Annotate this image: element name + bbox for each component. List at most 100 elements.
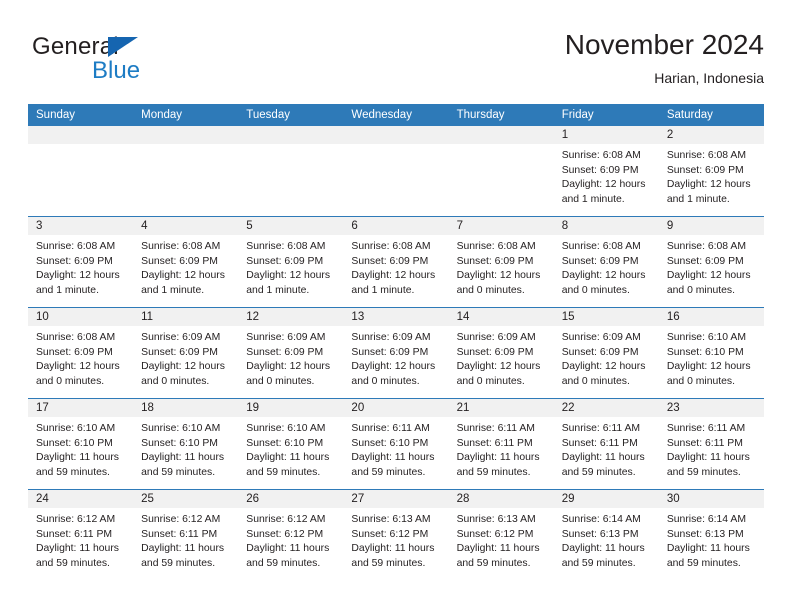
calendar-day-cell[interactable]: 24 Sunrise: 6:12 AM Sunset: 6:11 PM Dayligh… — [28, 490, 134, 580]
day-number: 14 — [448, 308, 554, 326]
weekday-header-friday: Friday — [561, 109, 594, 121]
day-details: Sunrise: 6:11 AM Sunset: 6:11 PM Daylight:… — [659, 417, 764, 480]
day-number: 8 — [553, 217, 659, 235]
calendar-day-cell[interactable]: 14 Sunrise: 6:09 AM Sunset: 6:09 PM Dayligh… — [448, 308, 554, 398]
day-number: 21 — [448, 399, 554, 417]
day-details: Sunrise: 6:14 AM Sunset: 6:13 PM Daylight:… — [554, 508, 659, 571]
sunset-text: Sunset: 6:09 PM — [36, 346, 113, 358]
sunrise-text: Sunrise: 6:09 AM — [561, 332, 641, 343]
day-number — [238, 126, 344, 144]
daylight-text-line2: and 59 minutes. — [561, 557, 636, 569]
calendar-day-cell[interactable]: 17 Sunrise: 6:10 AM Sunset: 6:10 PM Dayligh… — [28, 399, 134, 489]
daylight-text-line1: Daylight: 12 hours — [666, 361, 751, 373]
calendar-day-cell[interactable]: 28 Sunrise: 6:13 AM Sunset: 6:12 PM Dayligh… — [448, 490, 554, 580]
day-details: Sunrise: 6:08 AM Sunset: 6:09 PM Daylight:… — [554, 144, 659, 207]
daylight-text-line1: Daylight: 12 hours — [246, 270, 331, 282]
weekday-header-row: Sunday Monday Tuesday Wednesday Thursday… — [28, 104, 764, 126]
daylight-text-line1: Daylight: 11 hours — [351, 452, 435, 464]
general-blue-logo[interactable]: General Blue — [32, 34, 222, 90]
daylight-text-line2: and 59 minutes. — [36, 466, 110, 478]
calendar-week-row: 10 Sunrise: 6:08 AM Sunset: 6:09 PM Dayligh… — [28, 307, 764, 398]
weekday-header-monday: Monday — [141, 109, 183, 121]
sunset-text: Sunset: 6:09 PM — [351, 346, 429, 358]
calendar-day-cell[interactable]: 16 Sunrise: 6:10 AM Sunset: 6:10 PM Dayligh… — [658, 308, 764, 398]
sunset-text: Sunset: 6:09 PM — [561, 255, 639, 267]
day-details: Sunrise: 6:08 AM Sunset: 6:09 PM Daylight:… — [554, 235, 659, 298]
sunset-text: Sunset: 6:09 PM — [141, 346, 218, 358]
day-details: Sunrise: 6:08 AM Sunset: 6:09 PM Daylight:… — [133, 235, 238, 298]
weeks-container: 1 Sunrise: 6:08 AM Sunset: 6:09 PM Daylight… — [28, 126, 764, 580]
day-details: Sunrise: 6:08 AM Sunset: 6:09 PM Daylight:… — [28, 326, 133, 389]
calendar-day-cell[interactable]: 10 Sunrise: 6:08 AM Sunset: 6:09 PM Dayligh… — [28, 308, 134, 398]
calendar-day-cell-empty — [343, 126, 449, 216]
calendar-day-cell[interactable]: 11 Sunrise: 6:09 AM Sunset: 6:09 PM Dayligh… — [133, 308, 239, 398]
sunrise-text: Sunrise: 6:08 AM — [456, 241, 536, 252]
calendar-day-cell[interactable]: 23 Sunrise: 6:11 AM Sunset: 6:11 PM Dayligh… — [658, 399, 764, 489]
day-details: Sunrise: 6:13 AM Sunset: 6:12 PM Daylight:… — [343, 508, 448, 571]
calendar-day-cell[interactable]: 8 Sunrise: 6:08 AM Sunset: 6:09 PM Daylight… — [553, 217, 659, 307]
calendar-day-cell[interactable]: 6 Sunrise: 6:08 AM Sunset: 6:09 PM Daylight… — [343, 217, 449, 307]
calendar-week-row: 24 Sunrise: 6:12 AM Sunset: 6:11 PM Dayligh… — [28, 489, 764, 580]
sunrise-text: Sunrise: 6:14 AM — [666, 514, 746, 525]
calendar-day-cell[interactable]: 13 Sunrise: 6:09 AM Sunset: 6:09 PM Dayligh… — [343, 308, 449, 398]
sunrise-text: Sunrise: 6:12 AM — [246, 514, 326, 525]
calendar-day-cell[interactable]: 25 Sunrise: 6:12 AM Sunset: 6:11 PM Dayligh… — [133, 490, 239, 580]
day-number: 28 — [448, 490, 554, 508]
sunset-text: Sunset: 6:09 PM — [666, 255, 744, 267]
calendar-day-cell[interactable]: 29 Sunrise: 6:14 AM Sunset: 6:13 PM Dayligh… — [553, 490, 659, 580]
daylight-text-line2: and 1 minute. — [666, 193, 730, 205]
calendar-day-cell[interactable]: 22 Sunrise: 6:11 AM Sunset: 6:11 PM Dayligh… — [553, 399, 659, 489]
calendar-day-cell[interactable]: 15 Sunrise: 6:09 AM Sunset: 6:09 PM Dayligh… — [553, 308, 659, 398]
daylight-text-line2: and 59 minutes. — [246, 466, 321, 478]
calendar-day-cell[interactable]: 20 Sunrise: 6:11 AM Sunset: 6:10 PM Dayligh… — [343, 399, 449, 489]
sunset-text: Sunset: 6:09 PM — [36, 255, 113, 267]
day-number: 5 — [238, 217, 344, 235]
daylight-text-line2: and 0 minutes. — [141, 375, 210, 387]
daylight-text-line1: Daylight: 12 hours — [666, 270, 751, 282]
weekday-header-saturday: Saturday — [666, 109, 713, 121]
weekday-header-wednesday: Wednesday — [351, 109, 412, 121]
daylight-text-line2: and 0 minutes. — [246, 375, 315, 387]
daylight-text-line2: and 59 minutes. — [561, 466, 636, 478]
calendar-day-cell[interactable]: 2 Sunrise: 6:08 AM Sunset: 6:09 PM Daylight… — [658, 126, 764, 216]
calendar-day-cell[interactable]: 3 Sunrise: 6:08 AM Sunset: 6:09 PM Daylight… — [28, 217, 134, 307]
day-number: 10 — [28, 308, 134, 326]
calendar-day-cell[interactable]: 19 Sunrise: 6:10 AM Sunset: 6:10 PM Dayligh… — [238, 399, 344, 489]
calendar-day-cell[interactable]: 30 Sunrise: 6:14 AM Sunset: 6:13 PM Dayligh… — [658, 490, 764, 580]
page-title: November 2024 — [564, 29, 764, 60]
sunset-text: Sunset: 6:09 PM — [456, 346, 534, 358]
day-details: Sunrise: 6:08 AM Sunset: 6:09 PM Daylight:… — [659, 235, 764, 298]
day-details: Sunrise: 6:08 AM Sunset: 6:09 PM Daylight:… — [28, 235, 133, 298]
sunrise-text: Sunrise: 6:08 AM — [561, 150, 641, 161]
day-number: 25 — [133, 490, 239, 508]
day-details: Sunrise: 6:11 AM Sunset: 6:11 PM Daylight:… — [554, 417, 659, 480]
calendar-day-cell[interactable]: 21 Sunrise: 6:11 AM Sunset: 6:11 PM Dayligh… — [448, 399, 554, 489]
calendar-day-cell[interactable]: 9 Sunrise: 6:08 AM Sunset: 6:09 PM Daylight… — [658, 217, 764, 307]
calendar-day-cell[interactable]: 7 Sunrise: 6:08 AM Sunset: 6:09 PM Daylight… — [448, 217, 554, 307]
daylight-text-line1: Daylight: 11 hours — [36, 452, 119, 464]
calendar-day-cell[interactable]: 26 Sunrise: 6:12 AM Sunset: 6:12 PM Dayligh… — [238, 490, 344, 580]
sunset-text: Sunset: 6:11 PM — [36, 528, 113, 540]
sunset-text: Sunset: 6:09 PM — [561, 164, 639, 176]
sunrise-text: Sunrise: 6:13 AM — [456, 514, 536, 525]
day-number — [133, 126, 239, 144]
calendar-day-cell[interactable]: 4 Sunrise: 6:08 AM Sunset: 6:09 PM Daylight… — [133, 217, 239, 307]
day-details: Sunrise: 6:11 AM Sunset: 6:11 PM Daylight:… — [449, 417, 554, 480]
day-details: Sunrise: 6:08 AM Sunset: 6:09 PM Daylight:… — [449, 235, 554, 298]
daylight-text-line1: Daylight: 12 hours — [246, 361, 331, 373]
calendar-day-cell[interactable]: 5 Sunrise: 6:08 AM Sunset: 6:09 PM Daylight… — [238, 217, 344, 307]
sunset-text: Sunset: 6:09 PM — [246, 255, 324, 267]
calendar-day-cell[interactable]: 12 Sunrise: 6:09 AM Sunset: 6:09 PM Dayligh… — [238, 308, 344, 398]
sunset-text: Sunset: 6:12 PM — [351, 528, 429, 540]
sunrise-text: Sunrise: 6:10 AM — [36, 423, 116, 434]
triangle-icon — [108, 37, 138, 57]
day-number: 1 — [553, 126, 659, 144]
sunrise-text: Sunrise: 6:09 AM — [246, 332, 326, 343]
calendar-week-row: 17 Sunrise: 6:10 AM Sunset: 6:10 PM Dayligh… — [28, 398, 764, 489]
daylight-text-line1: Daylight: 12 hours — [141, 270, 225, 282]
calendar-day-cell[interactable]: 27 Sunrise: 6:13 AM Sunset: 6:12 PM Dayligh… — [343, 490, 449, 580]
calendar-day-cell[interactable]: 1 Sunrise: 6:08 AM Sunset: 6:09 PM Daylight… — [553, 126, 659, 216]
sunset-text: Sunset: 6:09 PM — [141, 255, 218, 267]
calendar-day-cell[interactable]: 18 Sunrise: 6:10 AM Sunset: 6:10 PM Dayligh… — [133, 399, 239, 489]
daylight-text-line2: and 59 minutes. — [141, 466, 216, 478]
